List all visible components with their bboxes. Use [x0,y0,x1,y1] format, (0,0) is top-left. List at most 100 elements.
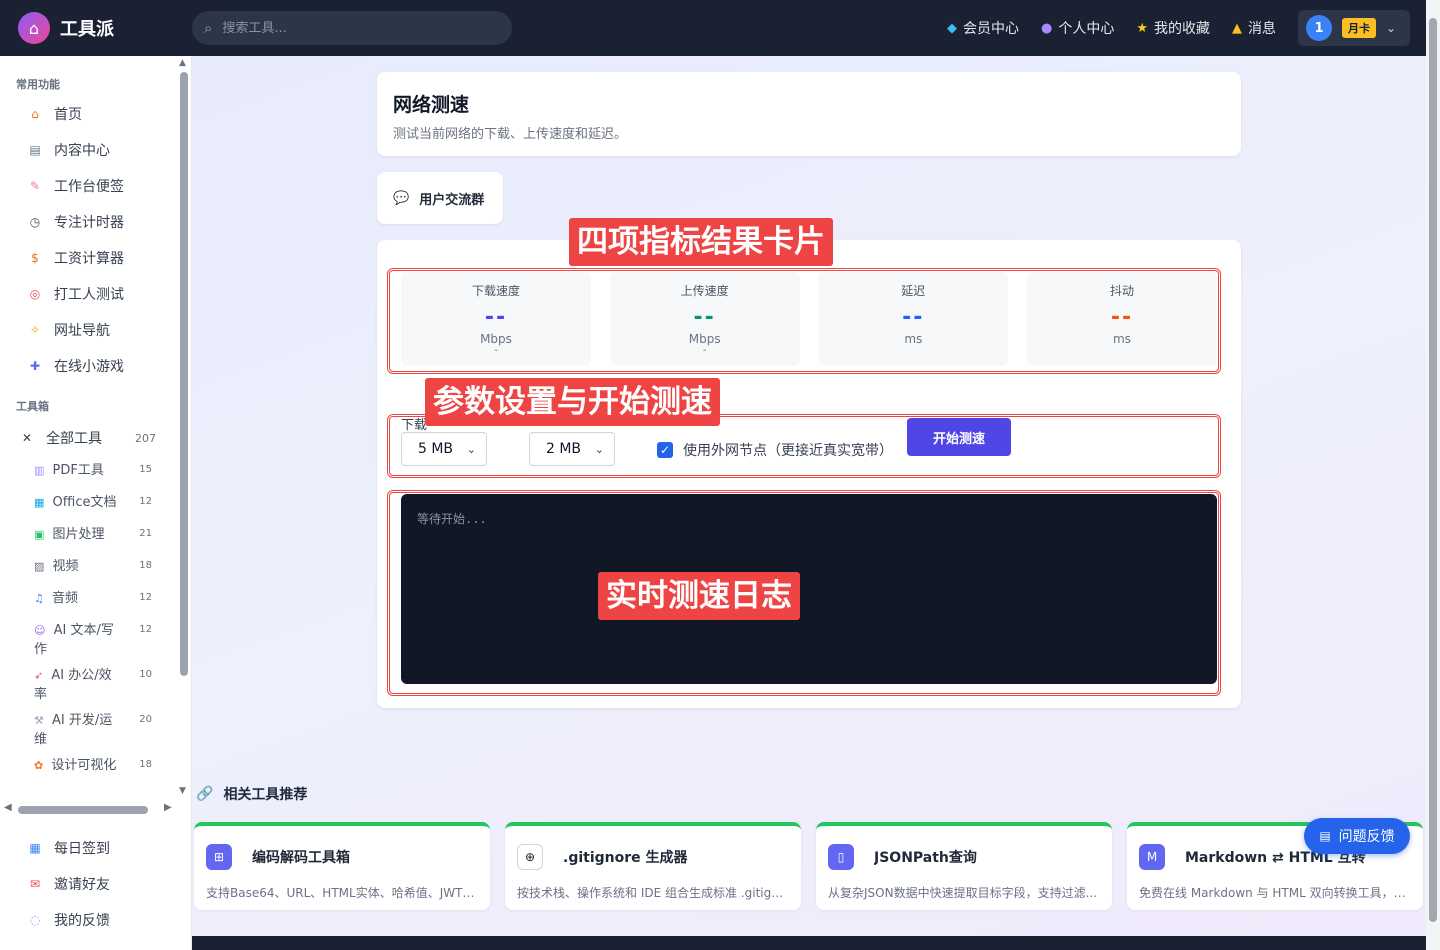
category-label: ✿ 设计可视化 [34,756,124,775]
sidebar-item-category[interactable]: ▥ PDF工具 15 [0,454,176,486]
sidebar-scroll-thumb[interactable] [180,72,188,676]
related-tool-card[interactable]: ⊞ 编码解码工具箱 支持Base64、URL、HTML实体、哈希值、JWT、..… [194,822,490,910]
related-tool-desc: 按技术栈、操作系统和 IDE 组合生成标准 .gitigno... [517,886,789,900]
sidebar-item-bottom[interactable]: ▦ 每日签到 [0,830,190,866]
sidebar-item-category[interactable]: ⚒ AI 开发/运维 20 [0,704,176,749]
sidebar-item-all-tools[interactable]: ✕ 全部工具 207 [0,422,176,454]
sidebar-item-common[interactable]: ✚ 在线小游戏 [0,348,176,384]
sidebar-item-common[interactable]: ◷ 专注计时器 [0,204,176,240]
sidebar-item-common[interactable]: ◎ 打工人测试 [0,276,176,312]
sidebar-item-category[interactable]: ☺ AI 文本/写作 12 [0,614,176,659]
related-tool-header: ▯ JSONPath查询 [828,844,1100,870]
avatar: 1 [1306,15,1332,41]
sidebar-item-bottom[interactable]: ✉ 邀请好友 [0,866,190,902]
page-vertical-scrollbar[interactable] [1426,0,1440,950]
sidebar-item-common[interactable]: ✎ 工作台便签 [0,168,176,204]
related-tool-name: .gitignore 生成器 [563,850,688,866]
category-count: 10 [139,669,152,680]
sidebar-item-bottom[interactable]: ◌ 我的反馈 [0,902,190,938]
sidebar-item-label: 网址导航 [54,323,110,339]
wrench-icon: ⚒ [34,714,44,727]
related-tool-name: JSONPath查询 [874,850,977,866]
category-label: ⚒ AI 开发/运维 [34,711,124,749]
category-count: 12 [139,496,152,507]
user-group-label: 用户交流群 [419,192,485,208]
speech-bubble-icon: 💬 [393,190,410,206]
user-menu[interactable]: 1 月卡 ⌄ [1298,10,1410,46]
office-icon: ▦ [34,496,45,509]
category-label: ▣ 图片处理 [34,525,124,544]
vip-badge: 月卡 [1342,18,1376,38]
related-heading-label: 相关工具推荐 [223,787,308,803]
sidebar-item-category[interactable]: ▨ 视频 18 [0,550,176,582]
target-icon: ◎ [29,287,41,301]
diamond-icon: ◆ [947,20,957,36]
feedback-button[interactable]: ▤ 问题反馈 [1304,818,1410,854]
related-tool-desc: 从复杂JSON数据中快速提取目标字段，支持过滤... [828,886,1098,900]
scroll-right-icon[interactable]: ▶ [164,802,172,813]
sidebar-section-tools: 工具箱 [16,400,49,413]
annotation-label-metrics: 四项指标结果卡片 [569,218,833,266]
logo-icon: ⌂ [18,12,50,44]
category-label: ♫ 音频 [34,589,124,608]
page-title: 网络测速 [393,94,470,116]
star-icon: ★ [1136,20,1148,36]
sidebar-item-category[interactable]: ✿ 设计可视化 18 [0,749,176,781]
logo[interactable]: ⌂ 工具派 [18,12,192,44]
sidebar-item-category[interactable]: ➶ AI 办公/效率 10 [0,659,176,704]
related-tool-card[interactable]: ▯ JSONPath查询 从复杂JSON数据中快速提取目标字段，支持过滤... [816,822,1112,910]
sidebar-item-common[interactable]: $ 工资计算器 [0,240,176,276]
nav-messages[interactable]: ▲ 消息 [1232,18,1276,38]
sidebar-item-category[interactable]: ▣ 图片处理 21 [0,518,176,550]
person-icon: ● [1041,20,1053,36]
sidebar-item-common[interactable]: ✧ 网址导航 [0,312,176,348]
category-text: 图片处理 [52,527,105,542]
sidebar-item-common[interactable]: ⌂ 首页 [0,96,176,132]
scroll-left-icon[interactable]: ◀ [4,802,12,813]
sidebar-scroll-area[interactable]: 常用功能 ⌂ 首页 ▤ 内容中心 ✎ 工作台便签 ◷ 专注计时器 $ 工资计算器 ◎ 打工人测试 ✧ 网址… [0,56,176,800]
sidebar-item-category[interactable]: ♫ 音频 12 [0,582,176,614]
sidebar-horizontal-scrollbar[interactable]: ◀ ▶ [0,802,178,816]
sidebar-bottom: ▦ 每日签到 ✉ 邀请好友 ◌ 我的反馈 [0,830,190,938]
news-icon: ▤ [29,143,41,157]
user-group-button[interactable]: 💬 用户交流群 [377,172,503,224]
category-text: AI 开发/运维 [34,713,113,747]
related-tool-header: ⊞ 编码解码工具箱 [206,844,478,870]
link-icon: 🔗 [196,786,214,802]
sidebar-item-category[interactable]: ▦ Office文档 12 [0,486,176,518]
related-tool-desc: 免费在线 Markdown 与 HTML 双向转换工具，支... [1139,886,1411,900]
related-tool-card[interactable]: ⊕ .gitignore 生成器 按技术栈、操作系统和 IDE 组合生成标准 .… [505,822,801,910]
annotation-box-log [387,490,1221,696]
related-tool-header: ⊕ .gitignore 生成器 [517,844,789,870]
category-list: ▥ PDF工具 15 ▦ Office文档 12 ▣ 图片处理 21 ▨ 视频 18 ♫ 音频 1… [0,454,176,781]
scroll-up-icon[interactable]: ▲ [179,58,186,68]
search-input[interactable] [222,20,483,36]
sidebar-item-label: 内容中心 [54,143,110,159]
nav-favorites[interactable]: ★ 我的收藏 [1136,18,1210,38]
related-tool-name: 编码解码工具箱 [252,850,350,866]
page-subtitle: 测试当前网络的下载、上传速度和延迟。 [393,127,628,142]
category-count: 12 [139,592,152,603]
nav-profile[interactable]: ● 个人中心 [1041,18,1114,38]
category-count: 15 [139,464,152,475]
sidebar-hscroll-thumb[interactable] [18,806,148,814]
compass-icon: ✧ [29,323,41,337]
category-label: ☺ AI 文本/写作 [34,621,124,659]
title-card: 网络测速 测试当前网络的下载、上传速度和延迟。 [377,72,1241,156]
search-bar[interactable]: ⌕ [192,11,512,45]
category-text: 设计可视化 [51,758,117,773]
footer-strip [192,936,1426,950]
scroll-down-icon[interactable]: ▼ [179,786,186,796]
app-name: 工具派 [60,19,114,40]
nav-member[interactable]: ◆ 会员中心 [947,18,1019,38]
category-text: AI 文本/写作 [34,623,114,657]
category-label: ▨ 视频 [34,557,124,576]
page-scroll-thumb[interactable] [1429,18,1437,922]
encode-icon: ⊞ [206,844,232,870]
category-text: 视频 [52,559,79,574]
sidebar-vertical-scrollbar[interactable]: ▲ ▼ [178,56,190,800]
clipboard-icon: ▯ [828,844,854,870]
sidebar-item-label: 打工人测试 [54,287,124,303]
file-plus-icon: ⊕ [517,844,543,870]
sidebar-item-common[interactable]: ▤ 内容中心 [0,132,176,168]
